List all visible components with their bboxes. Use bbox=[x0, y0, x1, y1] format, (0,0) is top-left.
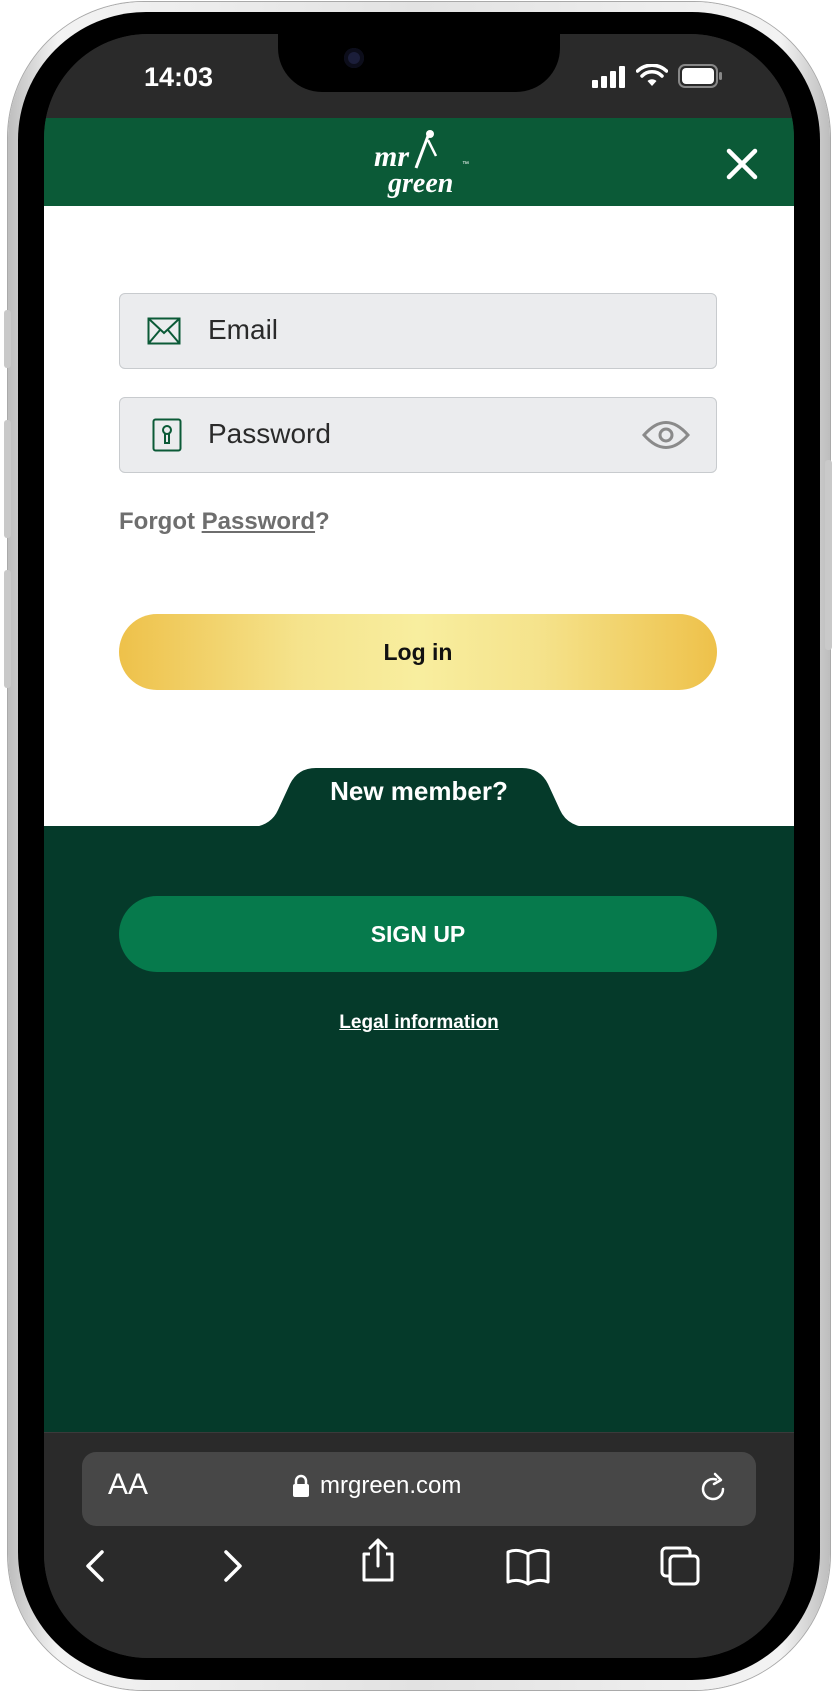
forgot-suffix: ? bbox=[315, 508, 330, 535]
battery-icon bbox=[678, 64, 722, 88]
signup-button[interactable]: SIGN UP bbox=[119, 896, 717, 972]
cellular-signal-icon bbox=[592, 66, 625, 88]
svg-text:™: ™ bbox=[462, 161, 469, 168]
new-member-label: New member? bbox=[330, 776, 508, 806]
share-icon[interactable] bbox=[356, 1538, 400, 1582]
envelope-icon bbox=[147, 317, 181, 345]
eye-icon[interactable] bbox=[642, 416, 690, 454]
wifi-icon bbox=[636, 64, 668, 86]
forgot-prefix: Forgot bbox=[119, 508, 202, 535]
forward-icon[interactable] bbox=[210, 1544, 254, 1588]
mr-green-logo[interactable]: mr green ™ bbox=[370, 126, 474, 198]
url-text: mrgreen.com bbox=[320, 1472, 462, 1499]
tabs-icon[interactable] bbox=[658, 1544, 702, 1588]
lock-icon bbox=[293, 1474, 309, 1497]
power-button bbox=[825, 460, 832, 650]
bookmarks-icon[interactable] bbox=[506, 1544, 550, 1588]
reload-icon[interactable] bbox=[696, 1472, 730, 1506]
forgot-password: Forgot Password? bbox=[119, 508, 330, 536]
url-display[interactable]: mrgreen.com bbox=[292, 1472, 461, 1500]
mute-switch bbox=[4, 310, 11, 368]
forgot-password-link[interactable]: Password bbox=[202, 508, 315, 535]
notch bbox=[278, 34, 560, 92]
volume-up-button bbox=[4, 420, 11, 538]
front-camera bbox=[344, 48, 364, 68]
lock-icon bbox=[152, 418, 182, 452]
svg-text:green: green bbox=[387, 168, 453, 198]
password-placeholder: Password bbox=[208, 418, 331, 449]
volume-down-button bbox=[4, 570, 11, 688]
text-size-button[interactable]: AA bbox=[108, 1468, 148, 1502]
back-icon[interactable] bbox=[74, 1544, 118, 1588]
legal-information-link[interactable]: Legal information bbox=[44, 1012, 794, 1034]
close-icon[interactable] bbox=[724, 146, 760, 182]
phone-screen: 14:03 mr green ™ Email Password Forgot P… bbox=[44, 34, 794, 1658]
status-time: 14:03 bbox=[144, 62, 214, 92]
login-button[interactable]: Log in bbox=[119, 614, 717, 690]
email-placeholder: Email bbox=[208, 314, 279, 345]
